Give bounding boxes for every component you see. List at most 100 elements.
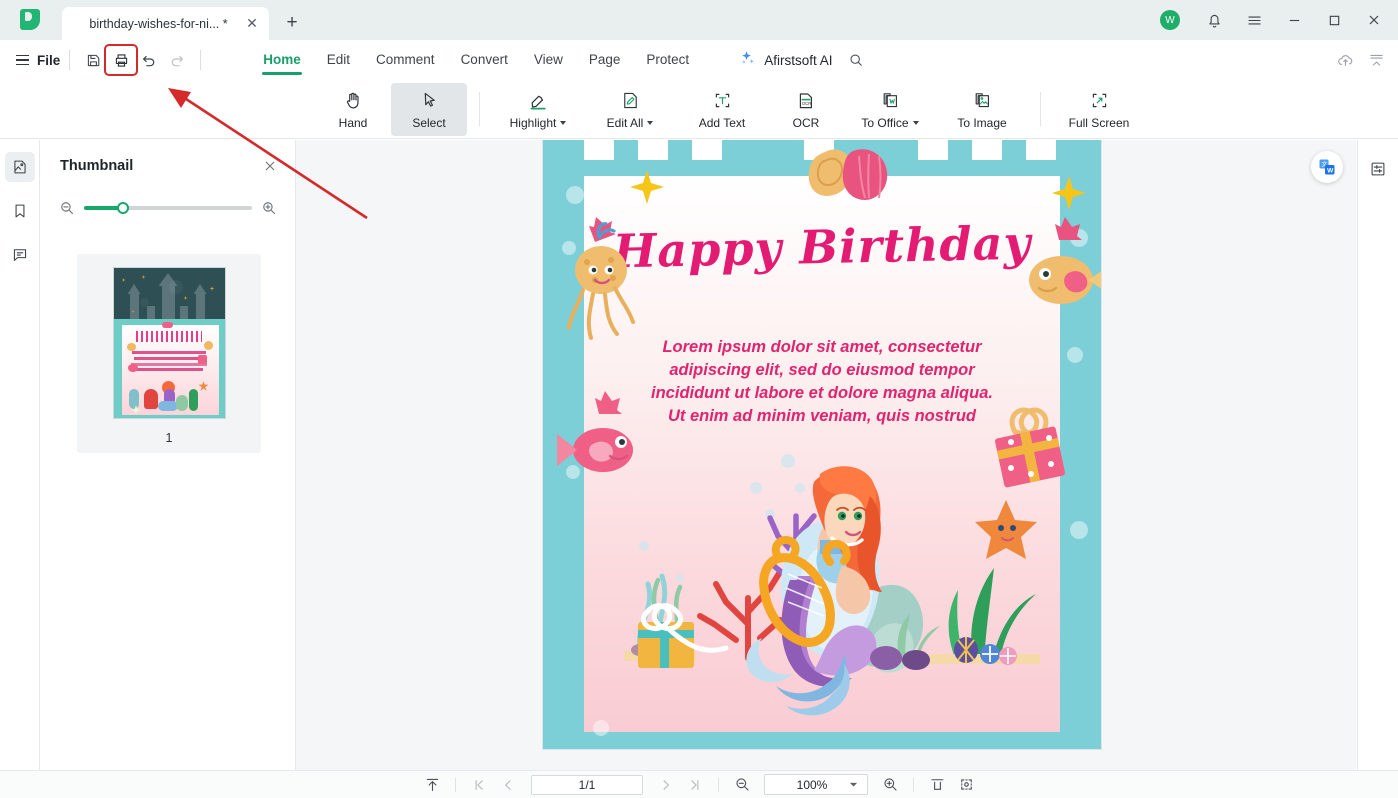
zoom-level-value: 100%	[796, 777, 828, 792]
print-button[interactable]	[104, 44, 139, 76]
tab-page[interactable]: Page	[576, 46, 634, 75]
page-decorations	[557, 149, 1101, 736]
ribbon-tab-list: Home Edit Comment Convert View Page Prot…	[250, 46, 702, 75]
title-bar: birthday-wishes-for-ni... * ✕ + W	[0, 0, 1398, 40]
tab-edit[interactable]: Edit	[314, 46, 363, 75]
chevron-down-icon[interactable]	[912, 120, 919, 125]
thumbnail-zoom-slider[interactable]	[84, 202, 252, 214]
page-thumbnail-image	[112, 267, 226, 419]
document-tab-title: birthday-wishes-for-ni... *	[89, 16, 228, 31]
tool-to-image[interactable]: To Image	[936, 83, 1028, 136]
list-item[interactable]: 1	[77, 254, 261, 453]
file-menu-icon	[16, 54, 29, 66]
chevron-down-icon[interactable]	[849, 776, 867, 794]
document-tab[interactable]: birthday-wishes-for-ni... * ✕	[62, 7, 269, 40]
tool-ocr[interactable]: OCR OCR	[768, 83, 844, 136]
svg-text:OCR: OCR	[802, 100, 811, 105]
divider	[718, 777, 719, 792]
fit-page-button[interactable]	[953, 774, 979, 796]
svg-text:W: W	[1327, 168, 1334, 175]
search-icon[interactable]	[848, 52, 864, 68]
tab-view[interactable]: View	[521, 46, 576, 75]
go-to-top-icon[interactable]	[419, 774, 445, 796]
sidebar-item-properties[interactable]	[1363, 154, 1393, 184]
zoom-level-select[interactable]: 100%	[764, 774, 868, 795]
tool-select-label: Select	[412, 115, 446, 130]
close-icon[interactable]	[263, 159, 277, 173]
tool-add-text[interactable]: Add Text	[676, 83, 768, 136]
add-text-icon	[712, 89, 733, 113]
title-bar-actions: W	[1146, 0, 1398, 40]
collapse-ribbon-icon[interactable]	[1367, 51, 1386, 70]
file-menu-label: File	[37, 52, 61, 68]
tool-ocr-label: OCR	[792, 115, 820, 130]
slider-knob[interactable]	[116, 202, 129, 214]
minimize-button[interactable]	[1274, 0, 1314, 40]
menu-bar: File Home Edit Comment Convert View Page…	[0, 40, 1398, 80]
ai-sparkle-icon	[738, 49, 757, 71]
sidebar-item-thumbnail[interactable]	[4, 152, 35, 182]
divider	[913, 777, 914, 792]
divider	[200, 50, 202, 70]
tool-hand-label: Hand	[338, 115, 368, 130]
redo-button[interactable]	[163, 47, 191, 73]
tool-hand[interactable]: Hand	[315, 83, 391, 136]
previous-page-button[interactable]	[495, 774, 521, 796]
tool-select[interactable]: Select	[391, 82, 467, 136]
new-tab-button[interactable]: +	[277, 8, 307, 38]
afirstsoft-ai-label: Afirstsoft AI	[764, 52, 833, 68]
cloud-upload-icon[interactable]	[1336, 51, 1355, 70]
tool-ribbon: Hand Select Highlight Edit All Add Text …	[0, 80, 1398, 139]
tool-full-screen[interactable]: Full Screen	[1053, 83, 1145, 136]
first-page-button[interactable]	[466, 774, 492, 796]
maximize-button[interactable]	[1314, 0, 1354, 40]
tool-highlight[interactable]: Highlight	[492, 83, 584, 136]
sidebar-item-bookmark[interactable]	[5, 196, 35, 226]
close-tab-icon[interactable]: ✕	[241, 13, 263, 35]
close-window-button[interactable]	[1354, 0, 1394, 40]
translate-word-icon[interactable]: 文 W	[1311, 151, 1343, 183]
zoom-in-icon[interactable]	[261, 200, 277, 216]
edit-document-icon	[620, 89, 641, 113]
tab-comment[interactable]: Comment	[363, 46, 448, 75]
zoom-in-button[interactable]	[877, 774, 903, 796]
application-window: birthday-wishes-for-ni... * ✕ + W File H…	[0, 0, 1398, 798]
tab-convert[interactable]: Convert	[448, 46, 521, 75]
afirstsoft-logo-icon	[20, 9, 42, 31]
file-menu-button[interactable]: File	[16, 53, 60, 68]
afirstsoft-ai-button[interactable]: Afirstsoft AI	[738, 49, 832, 71]
cursor-icon	[419, 89, 440, 113]
sidebar-item-comment[interactable]	[5, 240, 35, 270]
highlighter-icon	[527, 89, 549, 113]
tool-edit-all[interactable]: Edit All	[584, 83, 676, 136]
tool-edit-all-label: Edit All	[607, 116, 654, 130]
chevron-down-icon[interactable]	[560, 120, 567, 125]
ocr-icon: OCR	[795, 89, 817, 113]
document-page: Happy Birthday Lorem ipsum dolor sit ame…	[543, 140, 1101, 749]
main-menu-icon[interactable]	[1234, 0, 1274, 40]
document-viewport[interactable]: Happy Birthday Lorem ipsum dolor sit ame…	[296, 140, 1356, 770]
last-page-button[interactable]	[682, 774, 708, 796]
right-icon-rail	[1357, 140, 1398, 770]
divider	[1040, 92, 1041, 126]
undo-button[interactable]	[135, 47, 163, 73]
app-logo	[0, 0, 62, 40]
tool-to-image-label: To Image	[957, 115, 1007, 130]
page-number-input[interactable]: 1/1	[531, 774, 643, 795]
avatar[interactable]: W	[1160, 10, 1180, 30]
zoom-out-icon[interactable]	[59, 200, 75, 216]
tab-protect[interactable]: Protect	[633, 46, 702, 75]
tool-full-screen-label: Full Screen	[1068, 115, 1130, 130]
tab-home[interactable]: Home	[250, 46, 314, 75]
next-page-button[interactable]	[653, 774, 679, 796]
notifications-bell-icon[interactable]	[1194, 0, 1234, 40]
save-as-button[interactable]	[79, 47, 107, 73]
chevron-down-icon[interactable]	[647, 120, 654, 125]
thumbnail-panel: Thumbnail 1	[41, 140, 296, 770]
thumbnail-zoom-control	[41, 192, 295, 224]
thumbnail-page-number: 1	[165, 431, 173, 445]
divider	[479, 92, 480, 126]
zoom-out-button[interactable]	[729, 774, 755, 796]
tool-to-office[interactable]: To Office	[844, 83, 936, 136]
fit-width-button[interactable]	[924, 774, 950, 796]
